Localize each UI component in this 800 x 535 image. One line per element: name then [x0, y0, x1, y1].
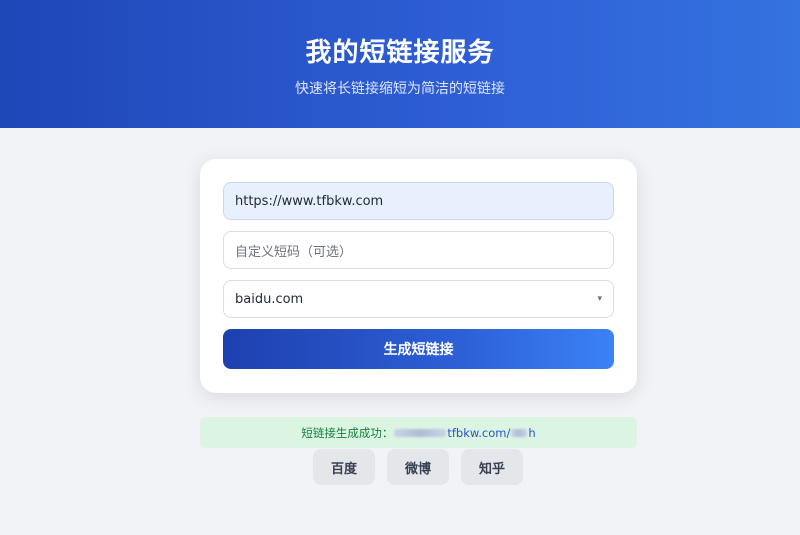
page-title: 我的短链接服务 — [305, 38, 495, 68]
url-input-value: https://www.tfbkw.com — [235, 193, 384, 209]
custom-code-input[interactable]: 自定义短码（可选） — [223, 231, 614, 269]
short-link-domain: tfbkw.com/ — [447, 425, 511, 440]
share-baidu-button[interactable]: 百度 — [313, 449, 375, 485]
share-buttons: 百度 微博 知乎 — [313, 449, 523, 485]
domain-select[interactable]: baidu.com ▾ — [223, 280, 614, 318]
page-header: 我的短链接服务 快速将长链接缩短为简洁的短链接 — [0, 0, 800, 128]
redacted-segment — [394, 428, 447, 437]
domain-select-value: baidu.com — [235, 291, 304, 307]
chevron-down-icon: ▾ — [597, 294, 602, 304]
shorten-form-card: https://www.tfbkw.com 自定义短码（可选） baidu.co… — [200, 159, 637, 393]
short-link[interactable]: tfbkw.com/h — [447, 426, 535, 440]
redacted-code — [511, 429, 528, 437]
short-link-tail: h — [528, 425, 536, 440]
generate-button[interactable]: 生成短链接 — [223, 329, 614, 369]
url-input[interactable]: https://www.tfbkw.com — [223, 182, 614, 220]
share-zhihu-button[interactable]: 知乎 — [461, 449, 523, 485]
success-prefix: 短链接生成成功： — [301, 425, 394, 440]
success-message: 短链接生成成功： tfbkw.com/h — [200, 417, 637, 448]
share-weibo-button[interactable]: 微博 — [387, 449, 449, 485]
page-subtitle: 快速将长链接缩短为简洁的短链接 — [295, 81, 505, 97]
custom-code-placeholder: 自定义短码（可选） — [235, 244, 353, 260]
